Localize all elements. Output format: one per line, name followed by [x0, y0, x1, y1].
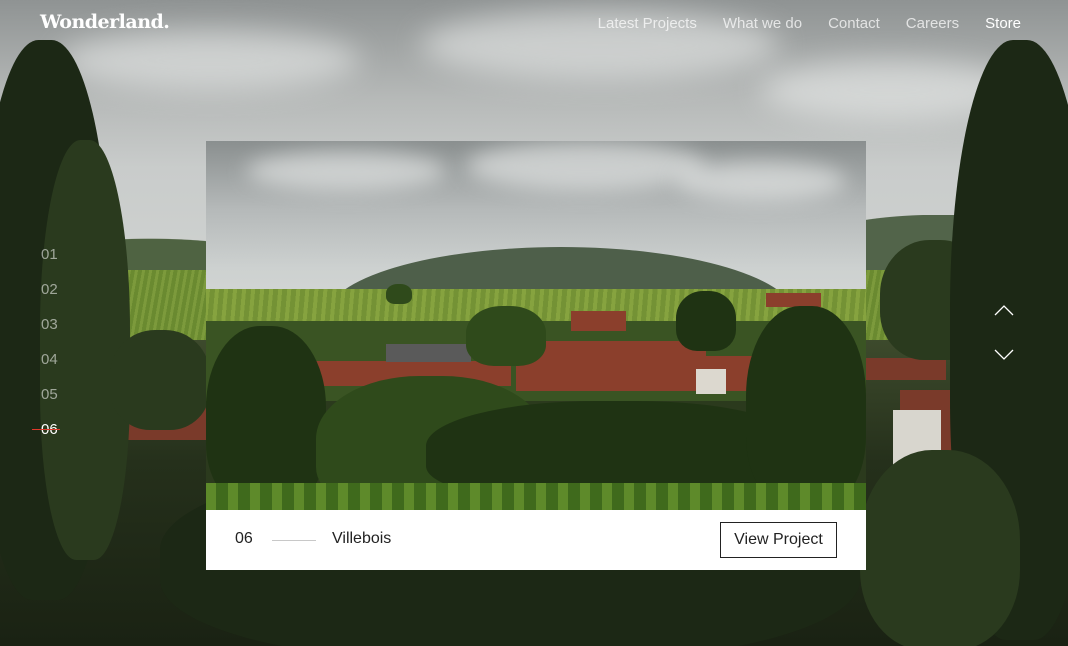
project-title: Villebois — [332, 530, 392, 547]
project-card: 06 Villebois View Project — [206, 141, 866, 570]
nav-what-we-do[interactable]: What we do — [723, 15, 802, 32]
nav-careers[interactable]: Careers — [906, 15, 959, 32]
site-logo[interactable]: Wonderland. — [40, 11, 170, 33]
caption-divider — [272, 540, 316, 541]
nav-contact[interactable]: Contact — [828, 15, 880, 32]
slide-number-01[interactable]: 01 — [41, 246, 58, 281]
slide-number-05[interactable]: 05 — [41, 386, 58, 421]
nav-store[interactable]: Store — [985, 15, 1021, 32]
project-photo — [206, 141, 866, 510]
project-number: 06 — [235, 530, 253, 547]
slide-number-02[interactable]: 02 — [41, 281, 58, 316]
nav-latest-projects[interactable]: Latest Projects — [598, 15, 697, 32]
chevron-up-icon[interactable] — [994, 304, 1014, 316]
slide-number-03[interactable]: 03 — [41, 316, 58, 351]
slide-number-06-active[interactable]: 06 — [32, 421, 60, 456]
slide-index: 01 02 03 04 05 06 — [32, 246, 60, 456]
project-caption: 06 Villebois View Project — [206, 510, 866, 570]
view-project-button[interactable]: View Project — [720, 522, 837, 558]
chevron-down-icon[interactable] — [994, 349, 1014, 361]
main-nav: Latest Projects What we do Contact Caree… — [598, 15, 1021, 32]
slide-number-04[interactable]: 04 — [41, 351, 58, 386]
